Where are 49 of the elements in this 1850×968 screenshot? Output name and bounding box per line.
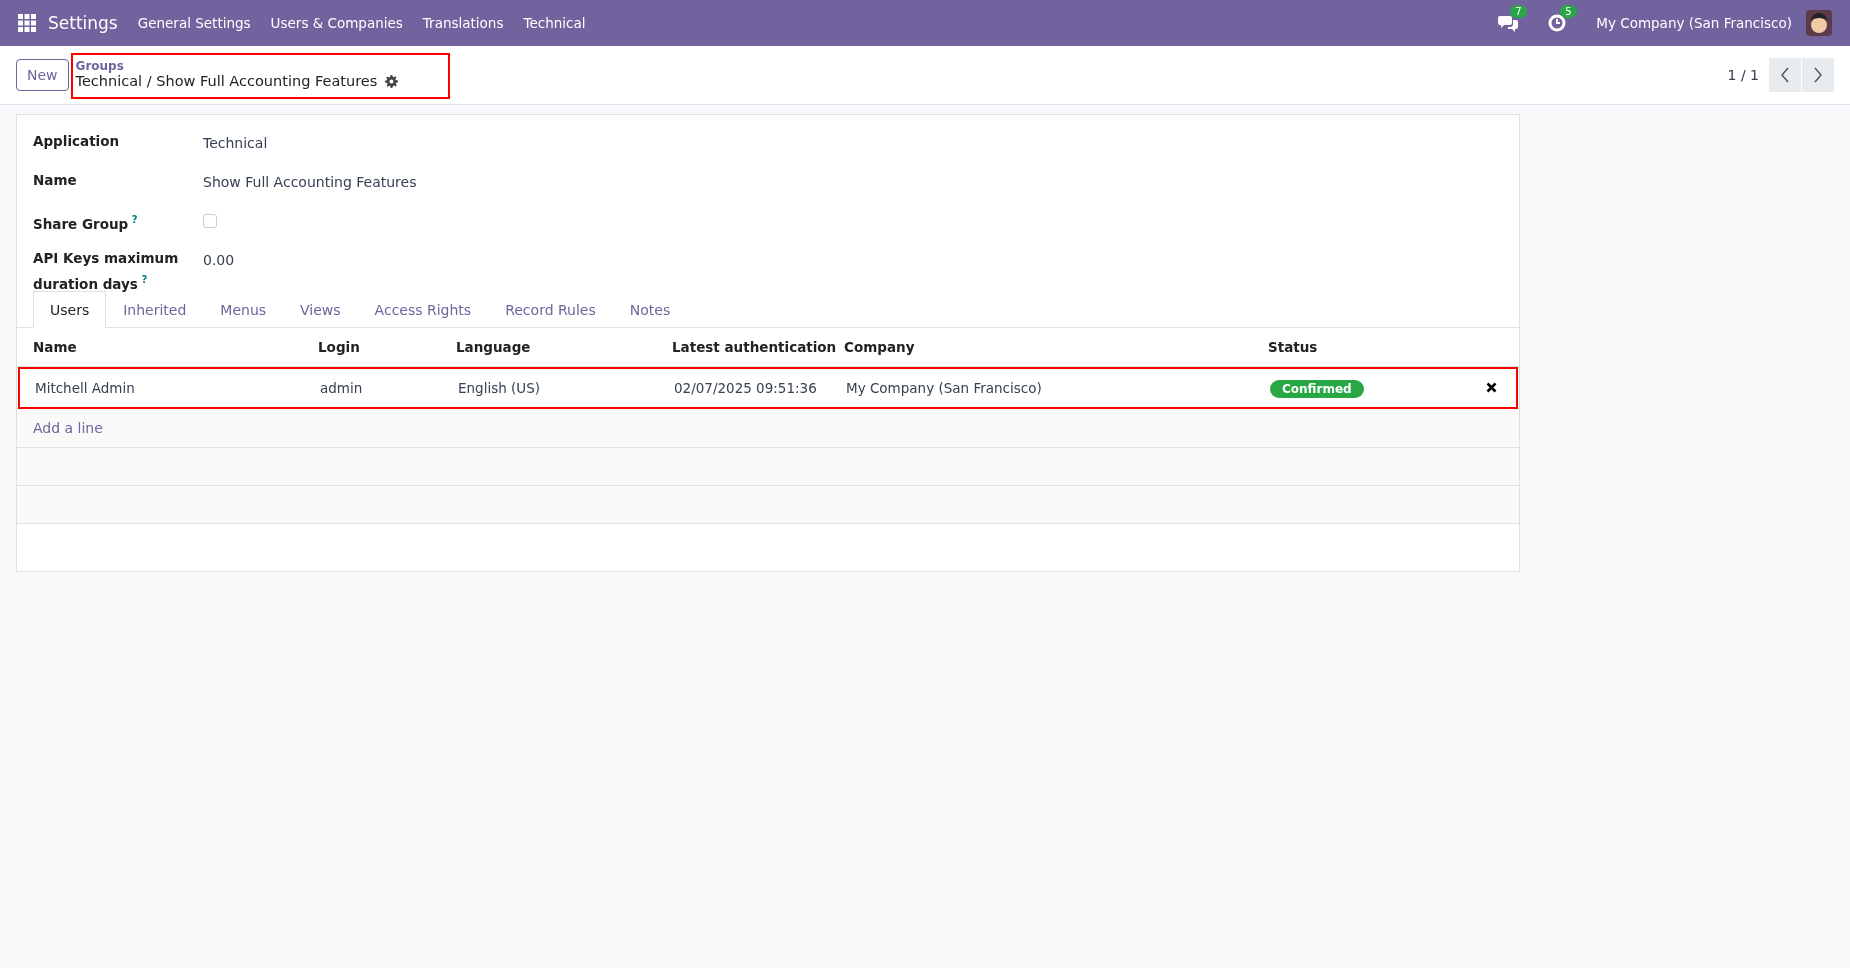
field-label: Name (33, 171, 78, 190)
status-badge: Confirmed (1270, 379, 1364, 398)
tab[interactable]: Record Rules (488, 290, 613, 328)
message-count-badge: 7 (1510, 5, 1527, 18)
tab[interactable]: Users (33, 290, 107, 328)
column-header: Name (33, 338, 78, 355)
chevron-right-icon (1813, 67, 1823, 83)
checkbox[interactable] (203, 214, 217, 228)
chevron-left-icon (1780, 67, 1790, 83)
field-value: Technical (203, 134, 268, 153)
column-header: Language (456, 338, 532, 355)
field-value: 0.00 (203, 251, 235, 270)
activity-count-badge: 5 (1560, 5, 1577, 18)
column-header: Latest authentication (672, 338, 838, 355)
record-title: Technical / Show Full Accounting Features (75, 73, 378, 89)
clock-icon[interactable] (1548, 14, 1567, 32)
table-cell-text: English (US) (458, 379, 542, 396)
table-cell-text: 02/07/2025 09:51:36 (674, 379, 818, 396)
nav-menu-item[interactable]: Translations (422, 15, 504, 31)
table-cell-text: admin (320, 379, 364, 396)
column-header: Login (318, 338, 361, 355)
tab[interactable]: Views (283, 290, 358, 328)
breadcrumb-link[interactable]: Groups (75, 59, 399, 73)
tab[interactable]: Menus (203, 290, 284, 328)
add-line-link[interactable]: Add a line (33, 419, 103, 436)
nav-menu-item[interactable]: General Settings (137, 15, 251, 31)
chat-icon[interactable] (1498, 14, 1519, 32)
nav-menu-item[interactable]: Users & Companies (270, 15, 403, 31)
table-row[interactable]: Mitchell Admin admin English (US) 02/07/2025 09:51:36 My Company (San Francisco) Confirmed (18, 366, 1518, 409)
company-switcher[interactable]: My Company (San Francisco) (1596, 15, 1792, 31)
pager-counter: 1 / 1 (1727, 67, 1759, 83)
delete-icon[interactable] (1486, 382, 1497, 393)
previous-button[interactable] (1769, 58, 1801, 92)
column-header: Status (1268, 338, 1319, 355)
next-button[interactable] (1802, 58, 1834, 92)
tab[interactable]: Access Rights (357, 290, 489, 328)
apps-grid-icon[interactable] (18, 14, 36, 32)
app-title[interactable]: Settings (48, 13, 118, 33)
table-cell-text: Mitchell Admin (35, 379, 136, 396)
column-header: Company (844, 338, 916, 355)
field-label: Share Group $^{?}$ (33, 213, 139, 234)
field-value: Show Full Accounting Features (203, 173, 417, 192)
new-button[interactable]: New (16, 59, 69, 91)
table-cell-text: My Company (San Francisco) (846, 379, 1043, 396)
nav-menu-item[interactable]: Technical (523, 15, 586, 31)
settings-icon[interactable] (385, 74, 399, 88)
tab[interactable]: Notes (612, 290, 688, 328)
avatar-icon[interactable] (1806, 10, 1832, 36)
field-label: Application (33, 132, 121, 151)
